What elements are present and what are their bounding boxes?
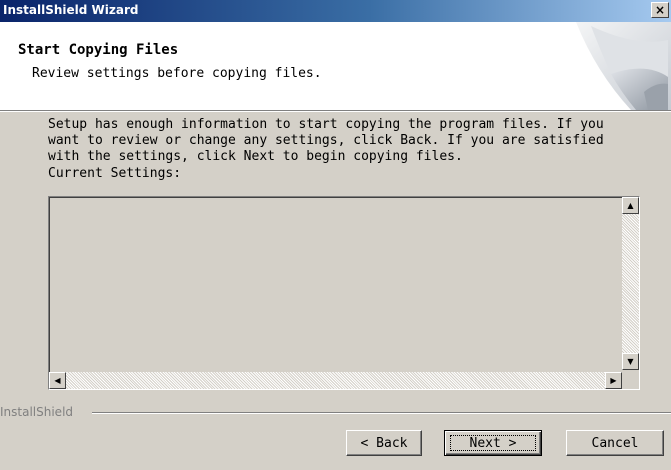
vertical-scrollbar[interactable]: ▲ ▼: [622, 197, 639, 370]
back-button[interactable]: < Back: [346, 430, 422, 456]
next-button[interactable]: Next >: [444, 430, 542, 456]
page-subtitle: Review settings before copying files.: [32, 66, 322, 81]
installshield-brand-label: InstallShield: [0, 405, 74, 419]
window-title: InstallShield Wizard: [3, 3, 139, 17]
scroll-up-icon[interactable]: ▲: [622, 197, 639, 214]
scroll-down-icon[interactable]: ▼: [622, 353, 639, 370]
cancel-button[interactable]: Cancel: [566, 430, 664, 456]
page-title: Start Copying Files: [18, 42, 179, 58]
current-settings-label: Current Settings:: [48, 166, 182, 181]
installshield-logo-graphic: [576, 22, 671, 110]
title-bar: InstallShield Wizard ×: [0, 0, 671, 22]
scroll-left-icon[interactable]: ◀: [49, 372, 66, 389]
cancel-button-label: Cancel: [591, 435, 639, 451]
scrollbar-corner: [622, 372, 639, 389]
current-settings-textbox[interactable]: ▲ ▼ ◀ ▶: [48, 196, 640, 390]
next-button-label: Next >: [450, 435, 536, 451]
horizontal-scrollbar[interactable]: ◀ ▶: [49, 372, 622, 389]
scroll-right-icon[interactable]: ▶: [605, 372, 622, 389]
instruction-text: Setup has enough information to start co…: [48, 117, 604, 164]
footer-divider: [92, 412, 671, 414]
wizard-header: Start Copying Files Review settings befo…: [0, 22, 671, 111]
close-button[interactable]: ×: [651, 2, 669, 18]
back-button-label: < Back: [360, 435, 408, 451]
